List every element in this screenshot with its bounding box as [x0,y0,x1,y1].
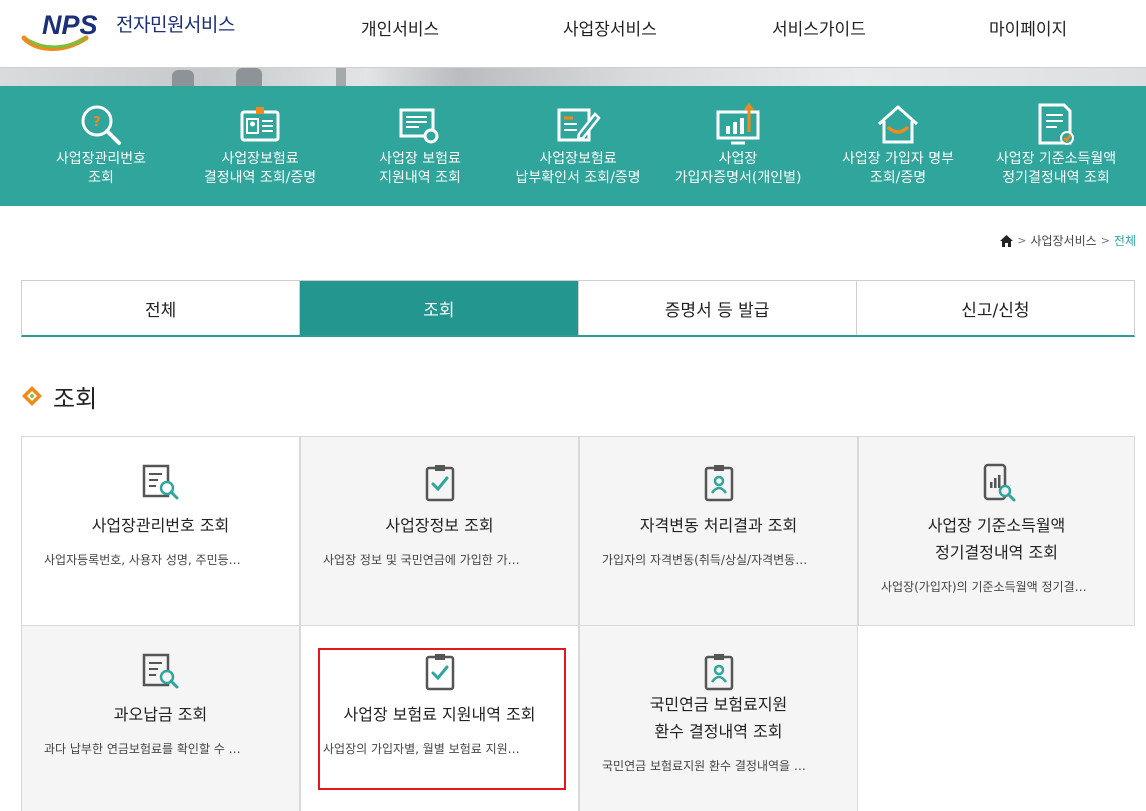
card-description: 사업장(가입자)의 기준소득월액 정기결… [881,580,1087,594]
clipboard-person-icon [704,654,733,691]
breadcrumb-separator: > [1100,234,1110,247]
site-header: NPS 전자민원서비스 개인서비스 사업장서비스 서비스가이드 마이페이지 [0,0,1146,68]
section-title: 조회 [53,384,98,413]
diamond-bullet-icon [22,386,42,406]
service-card-grid: 사업장관리번호 조회 사업자등록번호, 사용자 성명, 주민등… 사업장정보 조… [21,436,1135,811]
tab-report-apply[interactable]: 신고/신청 [857,281,1134,335]
quick-item-label: 사업장관리번호 조회 [55,151,147,186]
card-title: 사업장 보험료 지원내역 조회 [343,705,536,724]
document-edit-icon [557,108,601,142]
card-income-decision-inquiry[interactable]: 사업장 기준소득월액 정기결정내역 조회 사업장(가입자)의 기준소득월액 정기… [858,436,1135,626]
document-check-icon [1038,103,1074,145]
quick-menu: ? 사업장관리번호 조회 사업장보험료 결정내역 조회/증명 사업장 보험료 지… [0,86,1146,206]
breadcrumb-item-workplace[interactable]: 사업장서비스 [1030,232,1096,249]
card-description: 가입자의 자격변동(취득/상실/자격변동… [602,553,808,567]
card-premium-support-recovery-inquiry[interactable]: 국민연금 보험료지원 환수 결정내역 조회 국민연금 보험료지원 환수 결정내역… [579,625,858,811]
main-nav: 개인서비스 사업장서비스 서비스가이드 마이페이지 [0,15,1146,40]
card-title: 과오납금 조회 [113,705,208,724]
card-description: 사업자등록번호, 사용자 성명, 주민등… [44,553,241,567]
nav-workplace-service[interactable]: 사업장서비스 [563,15,657,40]
nav-my-page[interactable]: 마이페이지 [989,15,1067,40]
quick-item-label: 사업장 보험료 지원내역 조회 [379,151,461,186]
house-icon [877,105,919,144]
search-icon: ? [81,105,121,145]
tab-inquiry[interactable]: 조회 [300,281,579,335]
clipboard-person-icon [704,465,733,502]
card-description: 과다 납부한 연금보험료를 확인할 수 … [44,742,241,756]
card-title: 사업장관리번호 조회 [91,516,230,535]
clipboard-check-icon [425,465,454,502]
document-search-icon [142,653,178,689]
tab-all[interactable]: 전체 [22,281,301,335]
svg-text:?: ? [93,115,101,130]
quick-item-workplace-number[interactable]: ? 사업장관리번호 조회 [40,86,162,206]
document-search-icon [399,108,439,144]
card-overpayment-inquiry[interactable]: 과오납금 조회 과다 납부한 연금보험료를 확인할 수 … [21,625,300,811]
quick-item-label: 사업장 가입자증명서(개인별) [674,151,802,186]
breadcrumb-current: 전체 [1113,234,1136,248]
card-premium-support-inquiry[interactable]: 사업장 보험료 지원내역 조회 사업장의 가입자별, 월별 보험료 지원… [300,625,579,811]
card-workplace-info-inquiry[interactable]: 사업장정보 조회 사업장 정보 및 국민연금에 가입한 가… [300,436,579,626]
hero-background [0,68,1146,86]
quick-item-subscriber-list[interactable]: 사업장 가입자 명부 조회/증명 [830,86,966,206]
card-title: 사업장정보 조회 [385,516,494,535]
nav-personal-service[interactable]: 개인서비스 [361,15,439,40]
card-title: 사업장 기준소득월액 정기결정내역 조회 [927,516,1066,562]
quick-item-premium-decision[interactable]: 사업장보험료 결정내역 조회/증명 [190,86,330,206]
card-qualification-change-inquiry[interactable]: 자격변동 처리결과 조회 가입자의 자격변동(취득/상실/자격변동… [579,436,858,626]
id-card-icon [240,107,280,142]
quick-item-label: 사업장 기준소득월액 정기결정내역 조회 [995,151,1117,186]
card-description: 사업장의 가입자별, 월별 보험료 지원… [323,742,520,756]
home-icon[interactable] [1000,234,1014,247]
quick-item-label: 사업장보험료 결정내역 조회/증명 [203,151,317,186]
phone-chart-icon [983,463,1015,502]
card-description: 사업장 정보 및 국민연금에 가입한 가… [323,553,520,567]
tab-certificate-issue[interactable]: 증명서 등 발급 [579,281,857,335]
nav-service-guide[interactable]: 서비스가이드 [772,15,866,40]
quick-item-label: 사업장보험료 납부확인서 조회/증명 [515,151,641,186]
monitor-chart-icon [716,102,760,145]
breadcrumb: > 사업장서비스 > 전체 [1000,232,1136,249]
section-header: 조회 [21,380,98,413]
quick-item-subscriber-certificate[interactable]: 사업장 가입자증명서(개인별) [664,86,812,206]
quick-item-income-decision[interactable]: 사업장 기준소득월액 정기결정내역 조회 [986,86,1126,206]
category-tabs: 전체 조회 증명서 등 발급 신고/신청 [21,280,1135,337]
document-search-icon [142,464,178,500]
card-title: 국민연금 보험료지원 환수 결정내역 조회 [649,695,788,741]
quick-item-label: 사업장 가입자 명부 조회/증명 [842,151,954,186]
breadcrumb-separator: > [1017,234,1027,247]
quick-item-premium-support[interactable]: 사업장 보험료 지원내역 조회 [360,86,480,206]
card-description: 국민연금 보험료지원 환수 결정내역을 … [602,759,806,773]
card-workplace-number-inquiry[interactable]: 사업장관리번호 조회 사업자등록번호, 사용자 성명, 주민등… [21,436,300,626]
clipboard-check-icon [425,654,454,691]
quick-item-payment-confirmation[interactable]: 사업장보험료 납부확인서 조회/증명 [508,86,648,206]
card-title: 자격변동 처리결과 조회 [639,516,798,535]
